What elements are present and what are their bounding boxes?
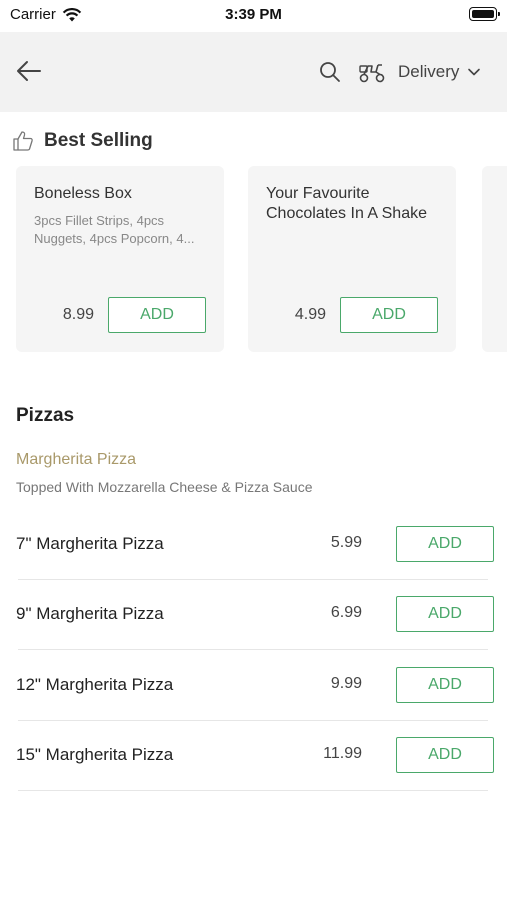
product-description: 3pcs Fillet Strips, 4pcs Nuggets, 4pcs P… — [34, 213, 195, 246]
menu-item-name: 12" Margherita Pizza — [16, 675, 174, 694]
product-price: 4.99 — [294, 306, 326, 323]
menu-item-name: 15" Margherita Pizza — [16, 745, 174, 764]
add-button[interactable]: ADD — [396, 526, 494, 562]
thumbs-up-icon — [13, 131, 33, 151]
row-divider — [18, 790, 488, 791]
status-time: 3:39 PM — [225, 6, 282, 23]
menu-item-price: 9.99 — [330, 675, 362, 692]
best-selling-carousel[interactable]: Boneless Box 3pcs Fillet Strips, 4pcs Nu… — [16, 166, 507, 354]
menu-item-name: 9" Margherita Pizza — [16, 604, 164, 623]
search-icon[interactable] — [318, 60, 342, 84]
row-divider — [18, 649, 488, 650]
chevron-down-icon — [468, 68, 481, 76]
menu-item-row: 9" Margherita Pizza 6.99 ADD — [16, 580, 494, 650]
menu-item-row: 7" Margherita Pizza 5.99 ADD — [16, 510, 494, 580]
add-button[interactable]: ADD — [396, 596, 494, 632]
delivery-label: Delivery — [398, 62, 460, 81]
top-header: Delivery — [0, 32, 507, 112]
menu-item-price: 5.99 — [330, 534, 362, 551]
status-bar: Carrier 3:39 PM — [0, 0, 507, 30]
back-arrow-icon[interactable] — [14, 56, 44, 86]
add-button[interactable]: ADD — [340, 297, 438, 333]
menu-item-row: 12" Margherita Pizza 9.99 ADD — [16, 651, 494, 721]
next-product-card[interactable] — [482, 166, 507, 352]
product-card[interactable]: Boneless Box 3pcs Fillet Strips, 4pcs Nu… — [16, 166, 224, 352]
menu-item-price: 11.99 — [323, 745, 362, 762]
add-button[interactable]: ADD — [396, 737, 494, 773]
menu-item-row: 15" Margherita Pizza 11.99 ADD — [16, 721, 494, 791]
best-selling-header: Best Selling — [12, 130, 153, 152]
menu-item-price: 6.99 — [330, 604, 362, 621]
add-button[interactable]: ADD — [108, 297, 206, 333]
product-card[interactable]: Your Favourite Chocolates In A Shake 4.9… — [248, 166, 456, 352]
scooter-icon — [359, 64, 385, 83]
menu-item-name: 7" Margherita Pizza — [16, 534, 164, 553]
best-selling-title: Best Selling — [44, 130, 153, 151]
battery-icon — [469, 7, 500, 21]
category-name: Margherita Pizza — [16, 451, 137, 468]
product-title: Boneless Box — [34, 185, 132, 202]
product-price: 8.99 — [62, 306, 94, 323]
product-title: Your Favourite Chocolates In A Shake — [266, 185, 427, 222]
section-title: Pizzas — [16, 405, 75, 426]
add-button[interactable]: ADD — [396, 667, 494, 703]
delivery-mode-selector[interactable]: Delivery — [358, 56, 481, 88]
category-description: Topped With Mozzarella Cheese & Pizza Sa… — [16, 479, 313, 495]
